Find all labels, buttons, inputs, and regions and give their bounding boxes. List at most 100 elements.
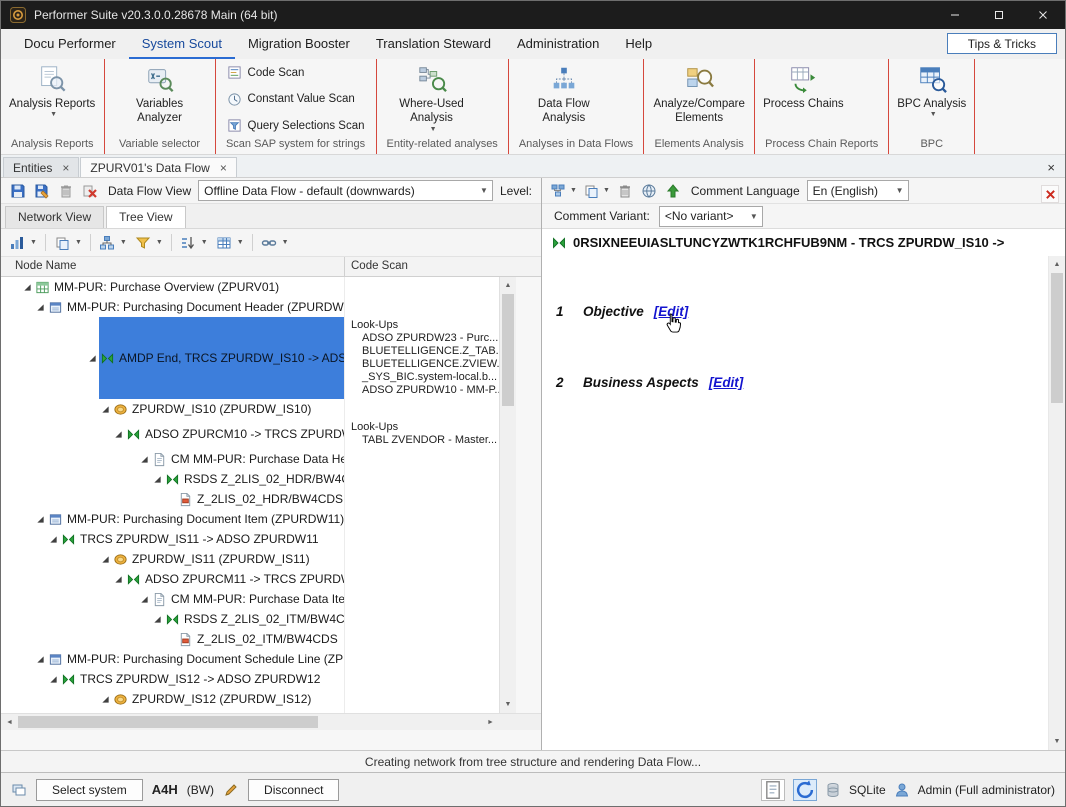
twisty-expanded-icon[interactable] [34, 303, 47, 312]
close-tab-icon[interactable]: × [220, 161, 227, 175]
tree-node[interactable]: Z_2LIS_02_ITM/BW4CDS [177, 629, 344, 649]
ribbon-tab-help[interactable]: Help [612, 29, 665, 59]
tree-node[interactable]: ZPURDW_IS12 (ZPURDW_IS12) [112, 689, 344, 709]
tree-toolbar-button-link[interactable]: ▼ [258, 233, 292, 253]
tree-node[interactable]: CM MM-PUR: Purchase Data Item (2LIS [151, 589, 344, 609]
comment-variant-select[interactable]: <No variant> ▼ [659, 206, 763, 227]
column-header-code-scan[interactable]: Code Scan [345, 257, 541, 276]
sync-button[interactable] [793, 779, 817, 801]
disconnect-button[interactable]: Disconnect [248, 779, 339, 801]
toolbar-button-diagram-export[interactable]: ▼ [548, 180, 579, 202]
column-header-node-name[interactable]: Node Name [1, 257, 345, 276]
comment-language-select[interactable]: En (English) ▼ [807, 180, 909, 201]
tree-node[interactable]: ZPURDW_IS11 (ZPURDW_IS11) [112, 549, 344, 569]
maximize-button[interactable] [977, 1, 1021, 29]
twisty-expanded-icon[interactable] [47, 675, 60, 684]
scrollbar-thumb[interactable] [1051, 273, 1063, 403]
twisty-expanded-icon[interactable] [138, 595, 151, 604]
twisty-expanded-icon[interactable] [112, 575, 125, 584]
doc-tab-entities[interactable]: Entities× [3, 157, 79, 177]
report-button[interactable] [761, 779, 785, 801]
scroll-down-icon[interactable]: ▼ [1049, 733, 1065, 750]
ribbon-tab-docu-performer[interactable]: Docu Performer [11, 29, 129, 59]
edit-link[interactable]: [Edit] [709, 375, 744, 390]
tree-toolbar-button-table[interactable]: ▼ [213, 233, 247, 253]
ribbon-tab-administration[interactable]: Administration [504, 29, 612, 59]
toolbar-button-upload-green[interactable] [662, 180, 684, 202]
ribbon-button-variables-analyzer[interactable]: Variables Analyzer [110, 62, 210, 128]
twisty-expanded-icon[interactable] [47, 535, 60, 544]
tree-node[interactable]: TRCS ZPURDW_IS11 -> ADSO ZPURDW11 [60, 529, 344, 549]
tree-node[interactable]: TRCS ZPURDW_IS12 -> ADSO ZPURDW12 [60, 669, 344, 689]
scroll-up-icon[interactable]: ▲ [1049, 256, 1065, 273]
twisty-expanded-icon[interactable] [151, 475, 164, 484]
ribbon-button-data-flow-analysis[interactable]: Data Flow Analysis [514, 62, 614, 128]
tree-vertical-scrollbar[interactable]: ▲ ▼ [499, 277, 516, 713]
toolbar-button-history-globe[interactable] [638, 180, 660, 202]
toolbar-button-copy-layers[interactable]: ▼ [581, 180, 612, 202]
tree-node[interactable]: ADSO ZPURCM10 -> TRCS ZPURDW_IS10 [125, 419, 344, 449]
scrollbar-track[interactable] [18, 714, 482, 730]
tree-node[interactable]: MM-PUR: Purchase Overview (ZPURV01) [34, 277, 344, 297]
toolbar-button-delete-gray[interactable] [55, 180, 77, 202]
tree-node[interactable]: AMDP End, TRCS ZPURDW_IS10 -> ADSO ZPURD… [99, 317, 344, 399]
data-flow-view-select[interactable]: Offline Data Flow - default (downwards) … [198, 180, 493, 201]
twisty-expanded-icon[interactable] [112, 430, 125, 439]
twisty-expanded-icon[interactable] [86, 354, 99, 363]
select-system-button[interactable]: Select system [36, 779, 143, 801]
scrollbar-track[interactable] [500, 294, 516, 696]
tree-toolbar-button-chart[interactable]: ▼ [6, 233, 40, 253]
close-comment-pane-button[interactable] [1041, 185, 1059, 203]
twisty-expanded-icon[interactable] [34, 655, 47, 664]
ribbon-button-analysis-reports[interactable]: Analysis Reports▼ [6, 62, 98, 122]
ribbon-button-where-used-analysis[interactable]: Where-Used Analysis▼ [382, 62, 482, 137]
doc-tab-zpurv01-s-data-flow[interactable]: ZPURV01's Data Flow× [80, 157, 236, 177]
twisty-expanded-icon[interactable] [99, 405, 112, 414]
twisty-expanded-icon[interactable] [99, 695, 112, 704]
tree-toolbar-button-filter[interactable]: ▼ [132, 233, 166, 253]
ribbon-button-process-chains[interactable]: Process Chains [760, 62, 847, 113]
scrollbar-thumb[interactable] [502, 294, 514, 406]
twisty-expanded-icon[interactable] [21, 283, 34, 292]
tree-node[interactable]: MM-PUR: Purchasing Document Header (ZPUR… [47, 297, 344, 317]
tree-node[interactable]: RSDS Z_2LIS_02_ITM/BW4CDS -> A [164, 609, 344, 629]
ribbon-tab-system-scout[interactable]: System Scout [129, 29, 235, 59]
tree-node[interactable]: ZPURDW_IS10 (ZPURDW_IS10) [112, 399, 344, 419]
view-tab-network-view[interactable]: Network View [5, 206, 104, 228]
tree-toolbar-button-hierarchy-small[interactable]: ▼ [96, 233, 130, 253]
twisty-expanded-icon[interactable] [151, 615, 164, 624]
ribbon-button-constant-value-scan[interactable]: Constant Value Scan [225, 91, 367, 108]
close-tab-icon[interactable]: × [62, 161, 69, 175]
tree-node[interactable]: Z_2LIS_02_HDR/BW4CDS [177, 489, 344, 509]
scroll-down-icon[interactable]: ▼ [500, 696, 516, 713]
twisty-expanded-icon[interactable] [99, 555, 112, 564]
ribbon-button-code-scan[interactable]: Code Scan [225, 64, 367, 81]
ribbon-tab-translation-steward[interactable]: Translation Steward [363, 29, 504, 59]
tips-and-tricks-button[interactable]: Tips & Tricks [947, 33, 1057, 54]
ribbon-button-query-selections-scan[interactable]: Query Selections Scan [225, 117, 367, 134]
scrollbar-thumb[interactable] [18, 716, 318, 728]
tree-node[interactable]: MM-PUR: Purchasing Document Item (ZPURDW… [47, 509, 344, 529]
edit-connection-pencil-icon[interactable] [223, 782, 239, 798]
toolbar-button-save[interactable] [7, 180, 29, 202]
tree-node[interactable]: ADSO ZPURCM11 -> TRCS ZPURDW_IS11 [125, 569, 344, 589]
tree-horizontal-scrollbar[interactable]: ◄ ► [1, 713, 499, 730]
minimize-button[interactable] [933, 1, 977, 29]
tree-toolbar-button-sort[interactable]: ▼ [177, 233, 211, 253]
tree-toolbar-button-copy[interactable]: ▼ [51, 233, 85, 253]
scroll-right-icon[interactable]: ► [482, 714, 499, 730]
twisty-expanded-icon[interactable] [138, 455, 151, 464]
tree-node[interactable]: CM MM-PUR: Purchase Data Header (2LIS [151, 449, 344, 469]
view-tab-tree-view[interactable]: Tree View [106, 206, 185, 228]
scroll-up-icon[interactable]: ▲ [500, 277, 516, 294]
toolbar-button-trash[interactable] [614, 180, 636, 202]
ribbon-button-analyze-compare-elements[interactable]: Analyze/Compare Elements [649, 62, 749, 128]
twisty-expanded-icon[interactable] [34, 515, 47, 524]
close-button[interactable] [1021, 1, 1065, 29]
tree-node[interactable]: MM-PUR: Purchasing Document Schedule Lin… [47, 649, 344, 669]
scrollbar-track[interactable] [1049, 273, 1065, 733]
toolbar-button-save-as[interactable] [31, 180, 53, 202]
ribbon-button-bpc-analysis[interactable]: BPC Analysis▼ [894, 62, 969, 122]
close-document-icon[interactable]: × [1047, 160, 1055, 175]
ribbon-tab-migration-booster[interactable]: Migration Booster [235, 29, 363, 59]
